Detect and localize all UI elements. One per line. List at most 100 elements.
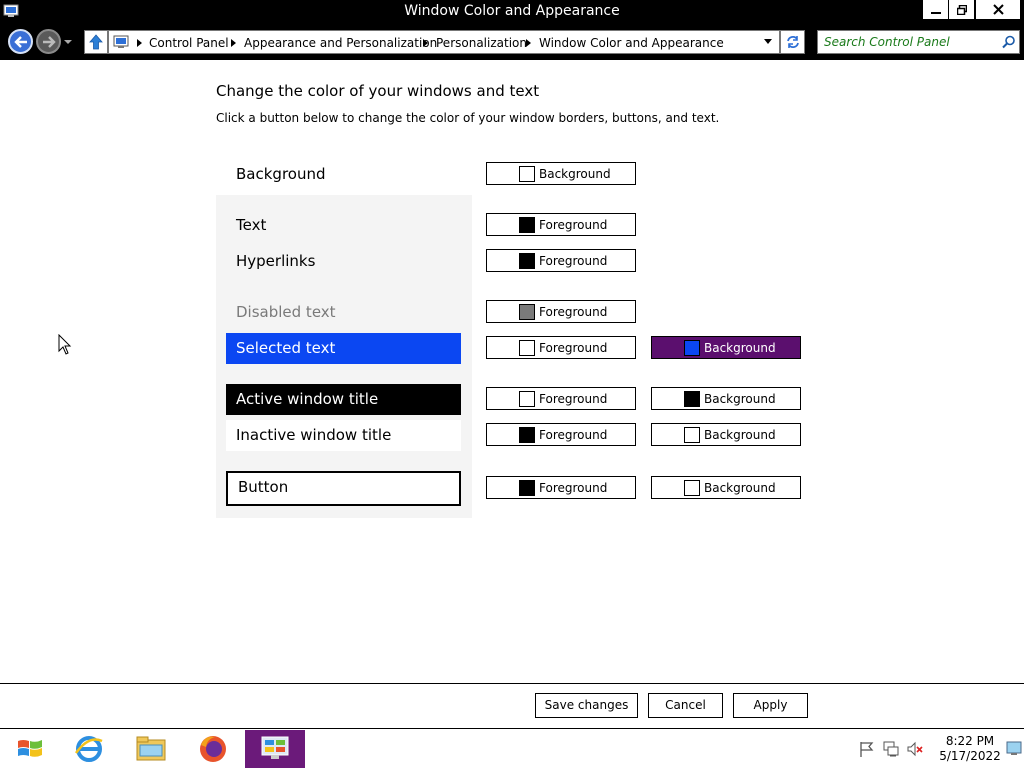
button-foreground-button[interactable]: Foreground: [486, 476, 636, 499]
button-label: Foreground: [539, 341, 608, 355]
windows-logo-icon: [18, 740, 42, 757]
show-desktop-icon[interactable]: [1006, 739, 1022, 757]
button-background-button[interactable]: Background: [651, 476, 801, 499]
file-explorer-taskbar-button[interactable]: [121, 730, 181, 768]
color-swatch: [519, 304, 535, 320]
taskbar: 8:22 PM 5/17/2022: [0, 728, 1024, 768]
search-icon[interactable]: [1002, 35, 1016, 49]
volume-muted-icon[interactable]: [906, 740, 924, 758]
chevron-right-icon[interactable]: [137, 39, 142, 47]
text-foreground-button[interactable]: Foreground: [486, 213, 636, 236]
color-swatch: [519, 427, 535, 443]
firefox-taskbar-button[interactable]: [183, 730, 243, 768]
title-bar: Window Color and Appearance: [0, 0, 1024, 24]
color-swatch: [519, 166, 535, 182]
button-label: Foreground: [539, 428, 608, 442]
cancel-button[interactable]: Cancel: [648, 693, 723, 718]
restore-icon: [956, 4, 967, 15]
button-label: Foreground: [539, 305, 608, 319]
apply-button[interactable]: Apply: [733, 693, 808, 718]
control-panel-taskbar-button[interactable]: [245, 730, 305, 768]
arrow-right-icon: [42, 35, 56, 48]
recent-pages-dropdown-icon[interactable]: [63, 37, 73, 47]
start-button[interactable]: [0, 730, 60, 768]
item-background: Background: [236, 165, 326, 183]
search-input[interactable]: [824, 34, 994, 50]
background-color-button[interactable]: Background: [486, 162, 636, 185]
up-button[interactable]: [84, 30, 108, 54]
button-label: Background: [704, 428, 776, 442]
divider: [0, 683, 1024, 684]
refresh-button[interactable]: [780, 30, 805, 54]
network-icon[interactable]: [882, 740, 900, 758]
breadcrumb-appearance-and-personalization[interactable]: Appearance and Personalization: [244, 36, 437, 50]
item-disabled-text: Disabled text: [236, 303, 336, 321]
button-label: Foreground: [539, 481, 608, 495]
page-description: Click a button below to change the color…: [216, 111, 720, 125]
clock-date: 5/17/2022: [939, 749, 1001, 763]
breadcrumb-personalization[interactable]: Personalization: [436, 36, 527, 50]
color-swatch: [519, 480, 535, 496]
button-label: Foreground: [539, 392, 608, 406]
close-button[interactable]: [975, 0, 1021, 20]
restore-button[interactable]: [948, 0, 975, 20]
control-panel-icon: [261, 736, 289, 759]
system-tray: [858, 737, 924, 761]
item-inactive-window-title: Inactive window title: [226, 420, 461, 451]
selected-text-background-button[interactable]: Background: [651, 336, 801, 359]
color-swatch: [519, 253, 535, 269]
selected-text-foreground-button[interactable]: Foreground: [486, 336, 636, 359]
item-selected-text: Selected text: [226, 333, 461, 364]
color-swatch: [519, 391, 535, 407]
search-box[interactable]: [817, 30, 1020, 54]
internet-explorer-icon: [74, 736, 103, 762]
button-label: Background: [704, 392, 776, 406]
color-swatch: [684, 427, 700, 443]
chevron-right-icon[interactable]: [231, 39, 236, 47]
clock-time: 8:22 PM: [945, 734, 995, 748]
color-swatch: [519, 340, 535, 356]
address-bar[interactable]: Control Panel Appearance and Personaliza…: [108, 30, 780, 54]
clock[interactable]: 8:22 PM 5/17/2022: [936, 734, 1004, 764]
firefox-icon: [200, 736, 226, 762]
hyperlinks-foreground-button[interactable]: Foreground: [486, 249, 636, 272]
disabled-text-foreground-button[interactable]: Foreground: [486, 300, 636, 323]
breadcrumb-window-color-and-appearance[interactable]: Window Color and Appearance: [539, 36, 724, 50]
back-button[interactable]: [8, 29, 33, 54]
item-active-window-title: Active window title: [226, 384, 461, 415]
item-hyperlinks: Hyperlinks: [236, 252, 316, 270]
inactive-title-foreground-button[interactable]: Foreground: [486, 423, 636, 446]
button-label: Foreground: [539, 254, 608, 268]
inactive-title-background-button[interactable]: Background: [651, 423, 801, 446]
active-title-background-button[interactable]: Background: [651, 387, 801, 410]
color-swatch: [684, 480, 700, 496]
minimize-icon: [930, 11, 941, 14]
flag-icon[interactable]: [858, 740, 876, 758]
window-title: Window Color and Appearance: [404, 3, 620, 19]
color-swatch: [684, 391, 700, 407]
button-label: Background: [704, 481, 776, 495]
chevron-right-icon[interactable]: [423, 39, 428, 47]
internet-explorer-taskbar-button[interactable]: [59, 730, 119, 768]
item-text: Text: [236, 216, 267, 234]
forward-button[interactable]: [36, 29, 61, 54]
control-panel-icon: [113, 35, 129, 48]
arrow-up-icon: [89, 34, 103, 50]
item-button: Button: [226, 471, 461, 506]
navigation-bar: Control Panel Appearance and Personaliza…: [0, 24, 1024, 60]
save-changes-button[interactable]: Save changes: [535, 693, 638, 718]
chevron-right-icon[interactable]: [526, 39, 531, 47]
button-label: Foreground: [539, 218, 608, 232]
button-label: Background: [539, 167, 611, 181]
minimize-button[interactable]: [922, 0, 949, 20]
close-icon: [992, 4, 1004, 15]
mouse-cursor-icon: [58, 334, 72, 355]
button-label: Background: [704, 341, 776, 355]
color-swatch: [519, 217, 535, 233]
arrow-left-icon: [13, 35, 27, 48]
folder-icon: [136, 736, 166, 761]
color-swatch: [684, 340, 700, 356]
active-title-foreground-button[interactable]: Foreground: [486, 387, 636, 410]
chevron-down-icon[interactable]: [764, 39, 772, 44]
breadcrumb-control-panel[interactable]: Control Panel: [149, 36, 229, 50]
